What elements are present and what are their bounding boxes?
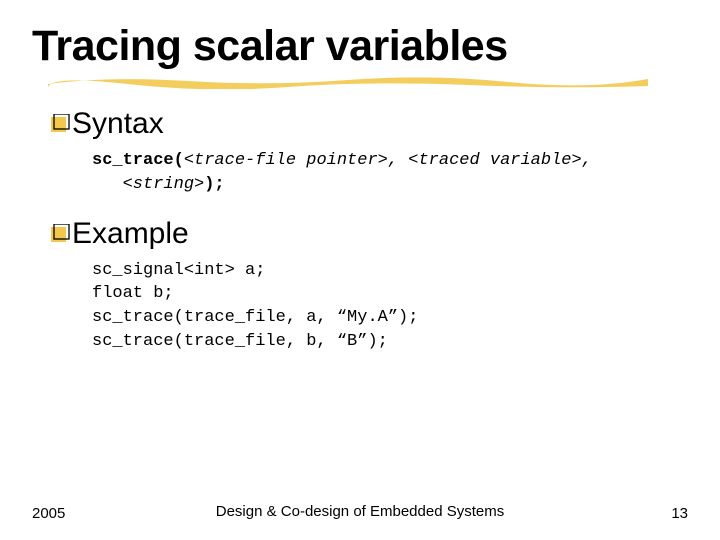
bullet-example-label: Example — [72, 217, 189, 251]
footer: 2005 Design & Co-design of Embedded Syst… — [0, 505, 720, 522]
footer-year: 2005 — [32, 505, 65, 522]
bullet-syntax-label: Syntax — [72, 107, 164, 141]
syntax-tail: ); — [204, 175, 224, 194]
syntax-code: sc_trace(<trace-file pointer>, <traced v… — [92, 149, 688, 197]
title-underline — [48, 75, 648, 89]
syntax-fn: sc_trace( — [92, 151, 184, 170]
slide: Tracing scalar variables Syntax sc_trace… — [0, 0, 720, 540]
bullet-syntax: Syntax — [48, 107, 688, 141]
bullet-example: Example — [48, 217, 688, 251]
bullet-icon — [48, 114, 70, 136]
footer-center: Design & Co-design of Embedded Systems — [0, 503, 720, 522]
footer-page: 13 — [671, 505, 688, 522]
bullet-icon — [48, 224, 70, 246]
slide-title: Tracing scalar variables — [32, 22, 688, 71]
slide-body: Syntax sc_trace(<trace-file pointer>, <t… — [48, 107, 688, 354]
example-code: sc_signal<int> a; float b; sc_trace(trac… — [92, 259, 688, 354]
